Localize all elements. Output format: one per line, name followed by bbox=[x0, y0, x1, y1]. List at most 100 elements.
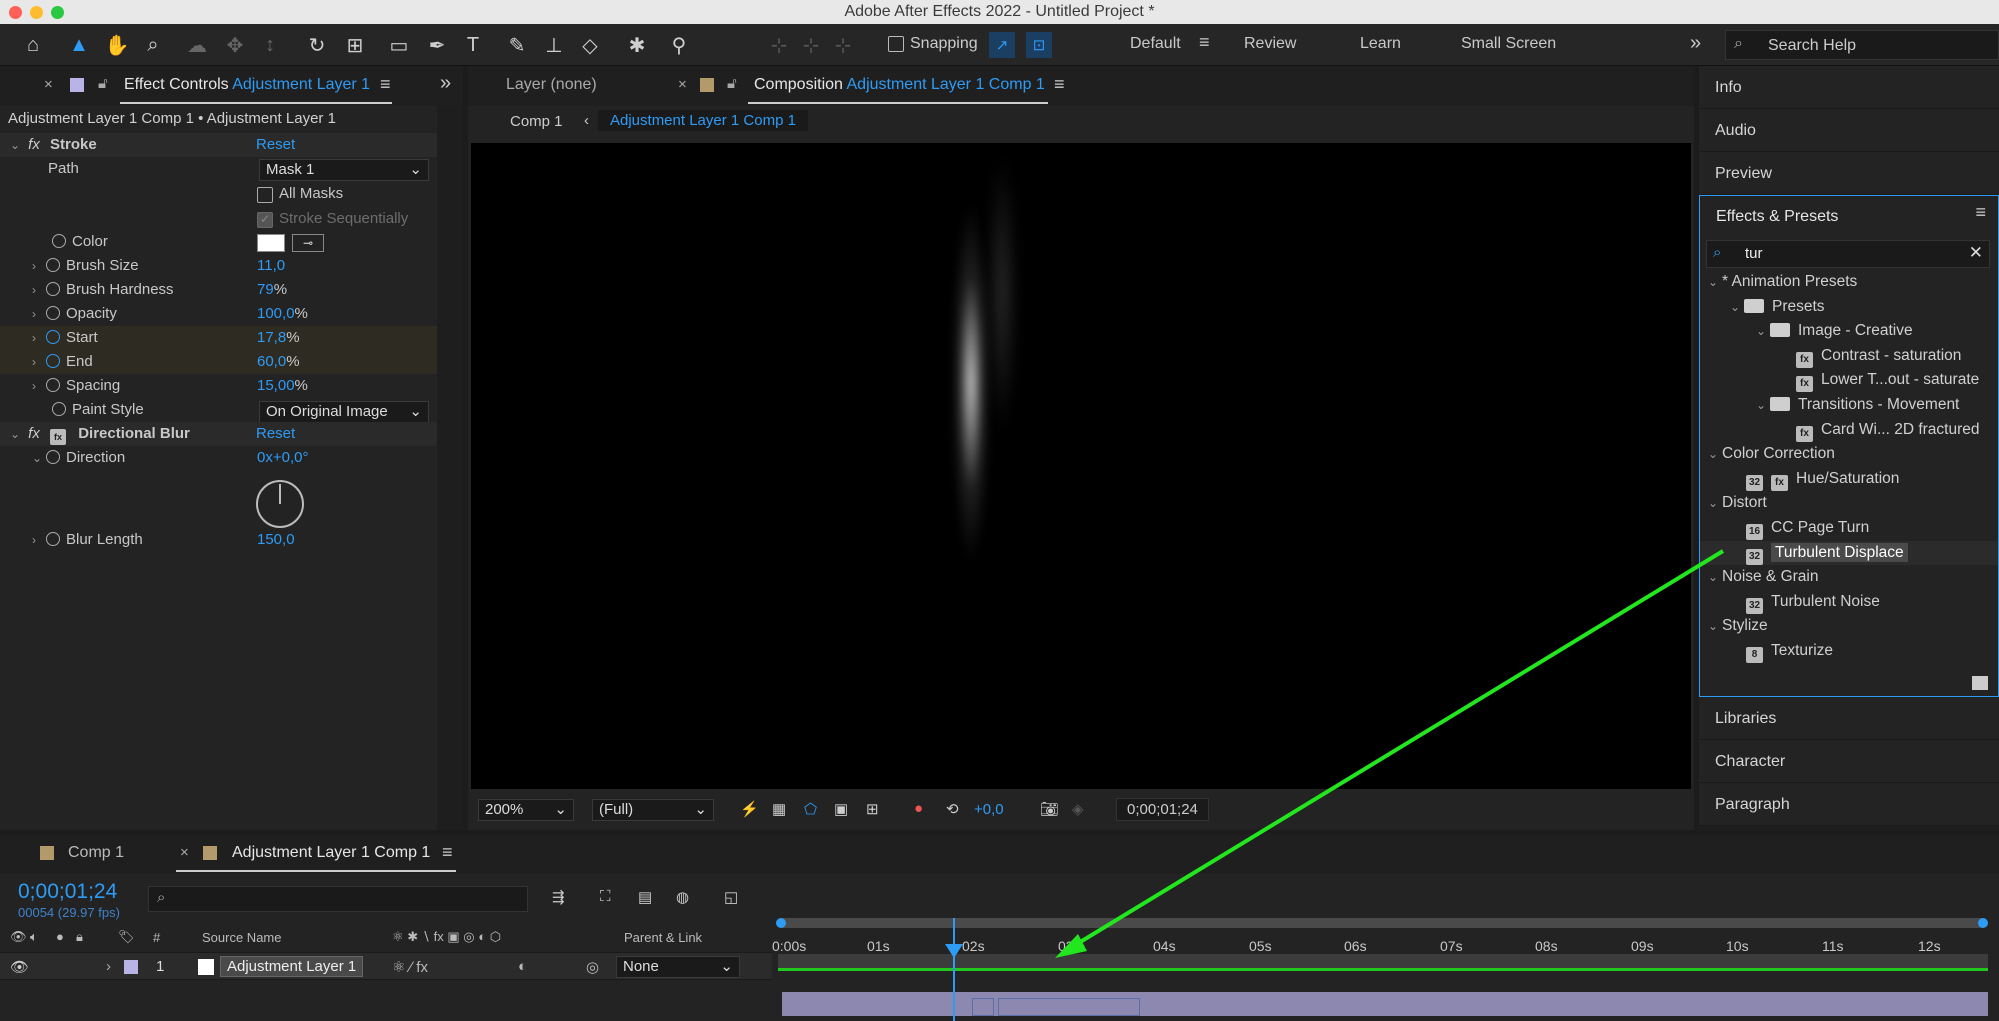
tree-item-selected[interactable]: 32 Turbulent Displace bbox=[1700, 540, 1998, 566]
path-dropdown[interactable]: Mask 1 ⌄ bbox=[259, 159, 429, 181]
tree-item[interactable]: 32 fx Hue/Saturation bbox=[1700, 467, 1998, 492]
comp-crumb-2[interactable]: Adjustment Layer 1 Comp 1 bbox=[598, 110, 808, 131]
pan-camera-icon[interactable]: ✥ bbox=[220, 30, 250, 60]
snap-edges-icon[interactable]: ↗ bbox=[989, 32, 1015, 58]
show-channel-icon[interactable]: ● bbox=[914, 800, 923, 817]
composition-tab[interactable]: Composition Adjustment Layer 1 Comp 1 bbox=[754, 76, 1045, 94]
close-tab-icon[interactable]: × bbox=[678, 76, 687, 93]
opacity-value[interactable]: 100,0 bbox=[257, 305, 295, 322]
pan-behind-tool-icon[interactable]: ⊞ bbox=[340, 30, 370, 60]
timeline-tab-adjustment-comp[interactable]: Adjustment Layer 1 Comp 1 bbox=[232, 844, 430, 862]
workspace-review[interactable]: Review bbox=[1244, 35, 1296, 53]
layer-row[interactable]: 👁︎ › 1 Adjustment Layer 1 ⚛ ∕ fx ◐ ◎ Non… bbox=[0, 952, 772, 980]
tree-item[interactable]: ⌄ Transitions - Movement bbox=[1700, 393, 1998, 418]
layer-label-color[interactable] bbox=[124, 960, 138, 974]
twirl-closed-icon[interactable]: › bbox=[32, 326, 46, 350]
roto-brush-icon[interactable]: ✱ bbox=[622, 30, 652, 60]
twirl-closed-icon[interactable]: › bbox=[32, 278, 46, 302]
keyframe-marker[interactable] bbox=[998, 998, 1140, 1016]
tree-item[interactable]: ⌄ Presets bbox=[1700, 295, 1998, 320]
clone-stamp-icon[interactable]: ⊥ bbox=[539, 30, 569, 60]
twirl-closed-icon[interactable]: › bbox=[32, 302, 46, 326]
dolly-camera-icon[interactable]: ↕ bbox=[255, 30, 285, 60]
comp-crumb-1[interactable]: Comp 1 bbox=[510, 113, 563, 130]
comp-flowchart-icon[interactable]: ⇶ bbox=[552, 888, 565, 906]
end-value[interactable]: 60,0 bbox=[257, 353, 286, 370]
lock-icon[interactable]: 🔓︎ bbox=[98, 75, 108, 92]
align-view-axis-icon[interactable]: ⊹ bbox=[828, 30, 858, 60]
twirl-closed-icon[interactable]: › bbox=[32, 254, 46, 278]
fx-icon[interactable]: fx bbox=[28, 425, 40, 442]
show-snapshot-icon[interactable]: ◈ bbox=[1072, 800, 1084, 818]
paint-style-dropdown[interactable]: On Original Image ⌄ bbox=[259, 401, 429, 423]
exposure-value[interactable]: +0,0 bbox=[974, 801, 1004, 818]
video-toggle-icon[interactable]: 👁︎ bbox=[10, 929, 27, 945]
lock-icon[interactable]: 🔒︎ bbox=[76, 929, 83, 945]
timeline-search-field[interactable]: ⌕ bbox=[148, 886, 528, 912]
audio-panel[interactable]: Audio bbox=[1699, 109, 1999, 152]
tree-item[interactable]: ⌄ Image - Creative bbox=[1700, 319, 1998, 344]
workspace-learn[interactable]: Learn bbox=[1360, 35, 1401, 53]
tree-item[interactable]: fx Lower T...out - saturate bbox=[1700, 368, 1998, 393]
stopwatch-icon[interactable] bbox=[46, 378, 60, 392]
work-area-start-handle[interactable] bbox=[776, 918, 786, 928]
mask-visibility-icon[interactable]: ⬠ bbox=[804, 800, 817, 818]
tree-item[interactable]: fx Card Wi... 2D fractured bbox=[1700, 418, 1998, 443]
label-tag-icon[interactable]: 🏷︎ bbox=[118, 929, 135, 945]
layer-visibility-icon[interactable]: 👁︎ bbox=[10, 958, 29, 976]
close-tab-icon[interactable]: × bbox=[180, 844, 189, 861]
workspace-default[interactable]: Default bbox=[1130, 35, 1181, 53]
tree-item[interactable]: fx Contrast - saturation bbox=[1700, 344, 1998, 369]
zoom-window-button[interactable] bbox=[51, 6, 64, 19]
reset-exposure-icon[interactable]: ⟲ bbox=[946, 800, 959, 818]
panel-menu-icon[interactable]: ≡ bbox=[1054, 74, 1065, 95]
stopwatch-active-icon[interactable] bbox=[46, 330, 60, 344]
clear-search-icon[interactable]: ✕ bbox=[1969, 243, 1983, 263]
brush-tool-icon[interactable]: ✎ bbox=[502, 30, 532, 60]
effects-search-field[interactable]: ⌕ tur ✕ bbox=[1706, 240, 1990, 268]
twirl-closed-icon[interactable]: › bbox=[32, 374, 46, 398]
panel-menu-icon[interactable]: ≡ bbox=[1975, 202, 1986, 223]
paragraph-panel[interactable]: Paragraph bbox=[1699, 783, 1999, 826]
character-panel[interactable]: Character bbox=[1699, 740, 1999, 783]
eyedropper-icon[interactable]: ⊸ bbox=[292, 234, 324, 252]
source-name-header[interactable]: Source Name bbox=[202, 930, 281, 945]
all-masks-checkbox[interactable] bbox=[257, 187, 273, 203]
work-area-bar[interactable] bbox=[778, 918, 1988, 928]
timeline-timecode[interactable]: 0;00;01;24 bbox=[18, 880, 117, 904]
puppet-pin-icon[interactable]: ⚲ bbox=[664, 30, 694, 60]
playhead-line[interactable] bbox=[953, 918, 955, 1021]
spacing-value[interactable]: 15,00 bbox=[257, 377, 295, 394]
blur-length-value[interactable]: 150,0 bbox=[257, 528, 295, 552]
motion-blur-icon[interactable]: ◱ bbox=[724, 888, 738, 906]
angle-dial[interactable] bbox=[256, 480, 304, 528]
eraser-tool-icon[interactable]: ◇ bbox=[575, 30, 605, 60]
align-local-axis-icon[interactable]: ⊹ bbox=[764, 30, 794, 60]
effect-controls-tab[interactable]: Effect Controls Adjustment Layer 1 bbox=[124, 76, 370, 94]
work-area-end-handle[interactable] bbox=[1978, 918, 1988, 928]
region-of-interest-icon[interactable]: ▣ bbox=[834, 800, 848, 818]
align-world-axis-icon[interactable]: ⊹ bbox=[796, 30, 826, 60]
hand-tool-icon[interactable]: ✋ bbox=[102, 30, 132, 60]
timeline-tab-comp1[interactable]: Comp 1 bbox=[68, 844, 124, 862]
stopwatch-icon[interactable] bbox=[46, 306, 60, 320]
fx-icon[interactable]: fx bbox=[28, 136, 40, 153]
audio-toggle-icon[interactable]: 🔈︎ bbox=[30, 929, 38, 945]
tree-item[interactable]: 8 Texturize bbox=[1700, 639, 1998, 664]
stopwatch-active-icon[interactable] bbox=[46, 354, 60, 368]
snapping-checkbox[interactable] bbox=[888, 36, 904, 52]
orbit-camera-icon[interactable]: ☁ bbox=[182, 30, 212, 60]
zoom-tool-icon[interactable]: ⌕ bbox=[138, 30, 168, 60]
twirl-open-icon[interactable]: ⌄ bbox=[32, 446, 46, 470]
new-item-icon[interactable] bbox=[1972, 676, 1988, 690]
adjustment-switch-icon[interactable]: ◐ bbox=[518, 958, 527, 975]
preview-panel[interactable]: Preview bbox=[1699, 152, 1999, 195]
tree-item[interactable]: 16 CC Page Turn bbox=[1700, 516, 1998, 541]
stroke-effect-row[interactable]: ⌄ fx Stroke Reset bbox=[0, 133, 437, 157]
frame-blending-icon[interactable]: ◍ bbox=[676, 888, 689, 906]
timeline-graph[interactable]: 0:00s 01s 02s 03s 04s 05s 06s 07s 08s 09… bbox=[772, 874, 1999, 1021]
stopwatch-icon[interactable] bbox=[46, 532, 60, 546]
grid-guides-icon[interactable]: ⊞ bbox=[866, 800, 879, 818]
libraries-panel[interactable]: Libraries bbox=[1699, 697, 1999, 740]
tree-item[interactable]: ⌄ * Animation Presets bbox=[1700, 270, 1998, 295]
